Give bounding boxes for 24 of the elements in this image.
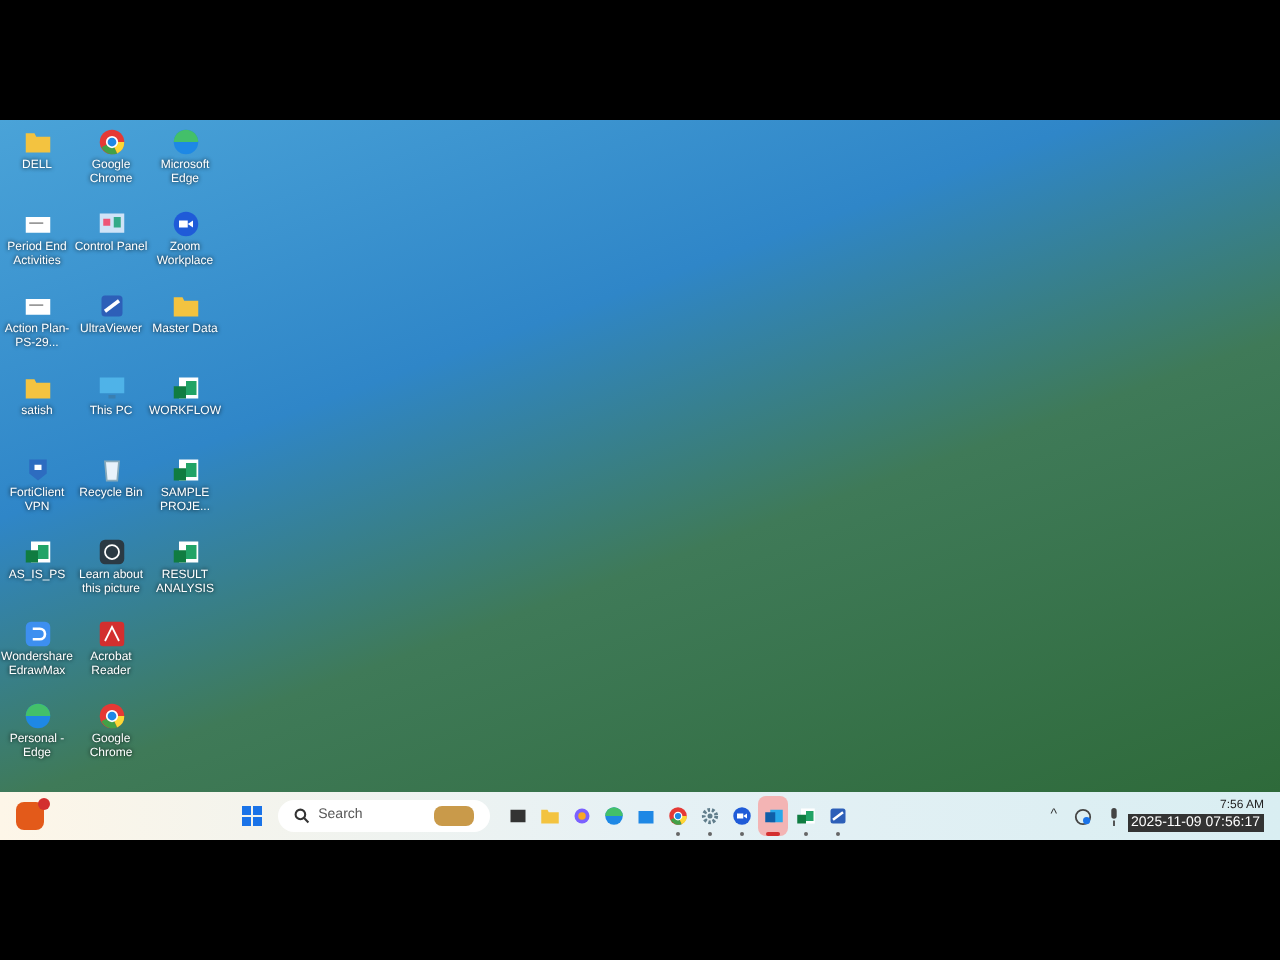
settings-icon — [699, 806, 720, 826]
spreadsheet-icon — [171, 374, 199, 402]
spreadsheet-icon — [23, 538, 51, 566]
taskbar-app[interactable] — [758, 796, 789, 836]
chrome-icon — [97, 702, 125, 730]
search-icon — [294, 808, 311, 824]
mail-icon — [763, 806, 784, 826]
shield-icon — [23, 456, 51, 484]
pdf-icon — [97, 620, 125, 648]
video-camera-icon — [171, 210, 199, 238]
widgets-button[interactable] — [16, 802, 44, 830]
spreadsheet-icon — [171, 538, 199, 566]
chrome-icon — [97, 128, 125, 156]
video-camera-icon — [731, 806, 752, 826]
spreadsheet-icon — [171, 456, 199, 484]
chrome-icon — [667, 806, 688, 826]
network-icon[interactable] — [1073, 807, 1092, 825]
microphone-icon[interactable] — [1107, 807, 1120, 825]
monitor-icon — [97, 374, 125, 402]
spreadsheet-icon — [795, 806, 816, 826]
control-panel-icon — [97, 210, 125, 238]
diagram-app-icon — [23, 620, 51, 648]
start-icon[interactable] — [242, 806, 263, 826]
search-highlight-icon — [434, 806, 475, 826]
